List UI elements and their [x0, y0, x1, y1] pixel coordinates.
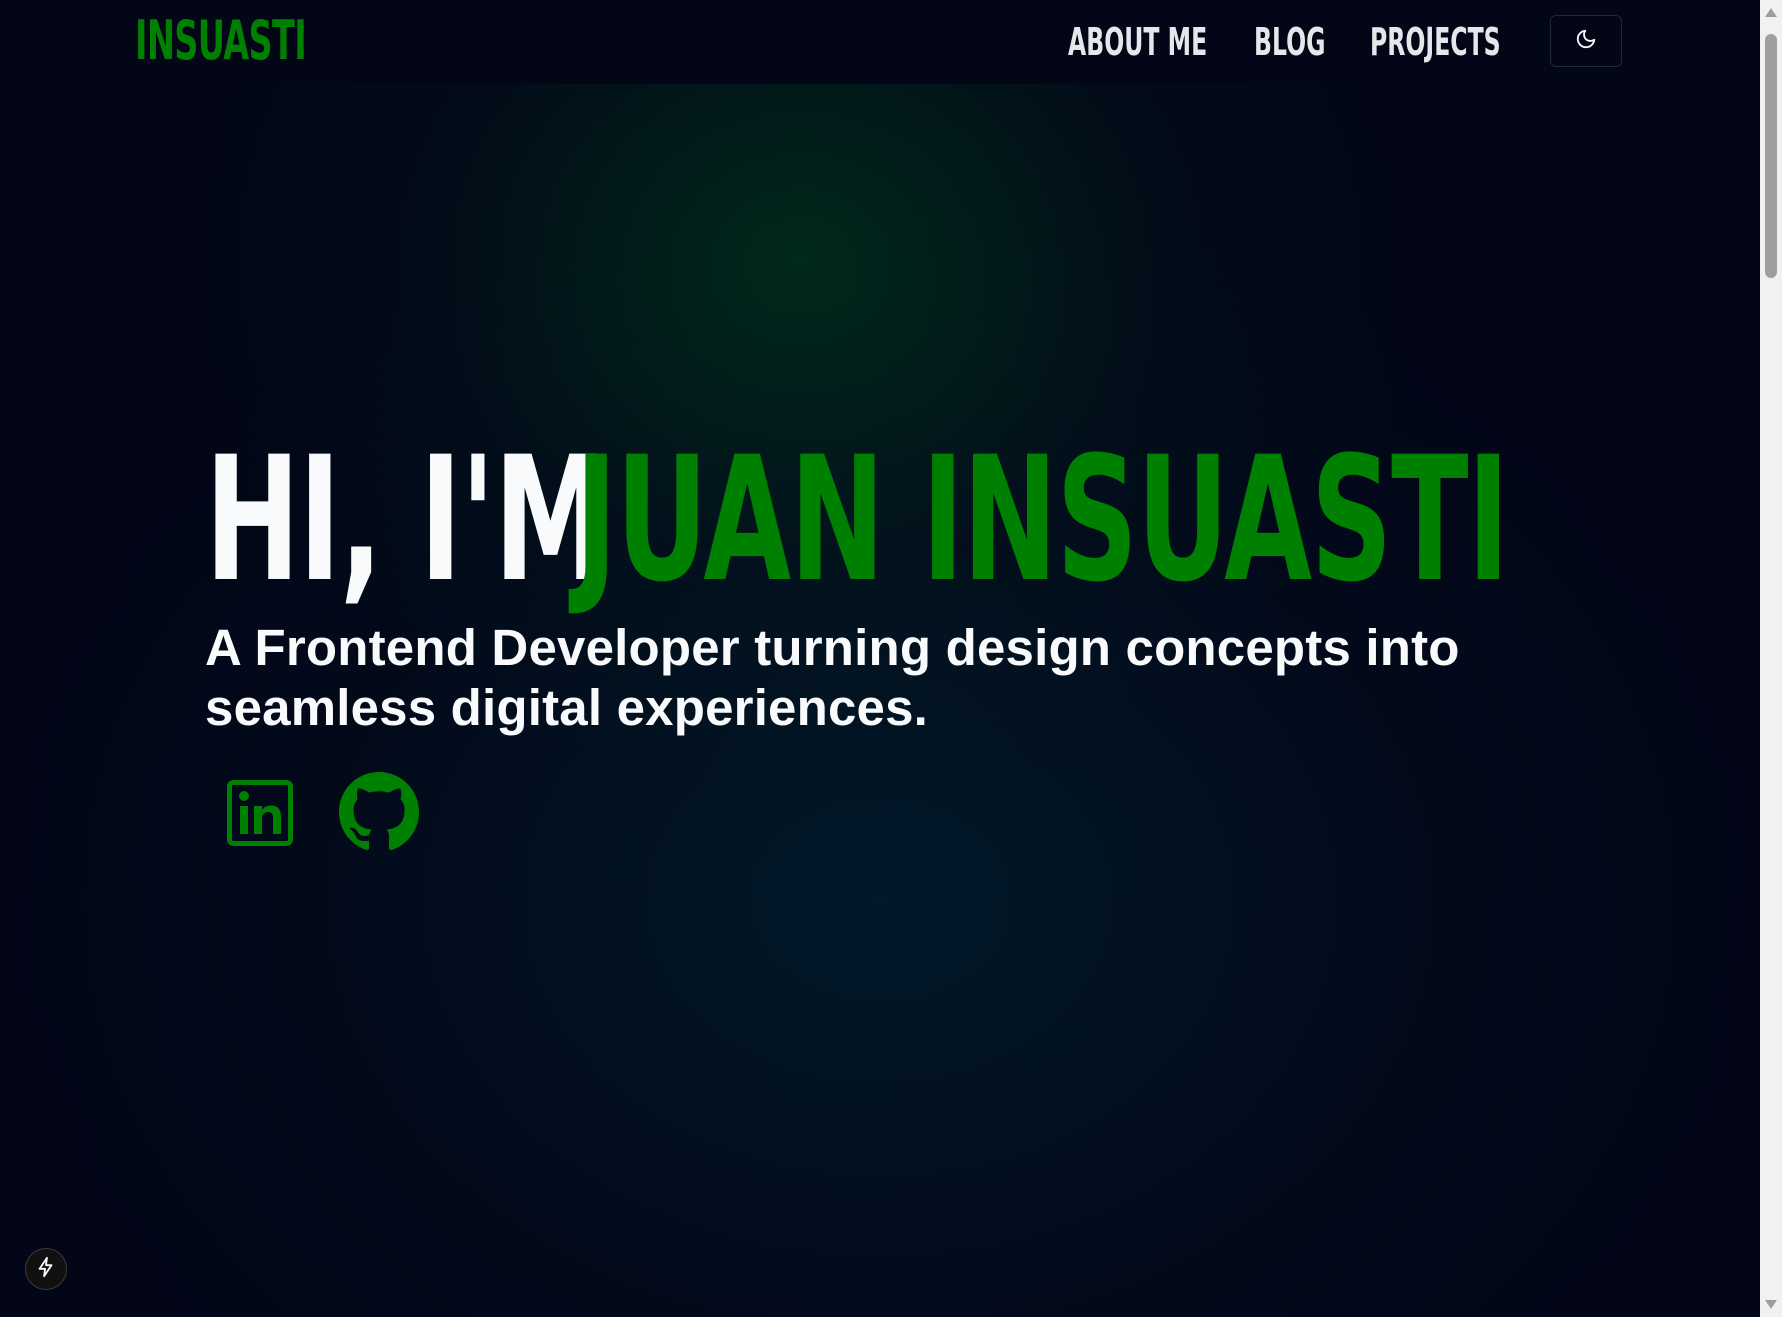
linkedin-link[interactable] — [227, 780, 293, 851]
scroll-up-icon[interactable] — [1765, 8, 1777, 17]
vertical-scrollbar[interactable] — [1760, 0, 1782, 1317]
scroll-down-icon[interactable] — [1765, 1300, 1777, 1309]
dev-tools-button[interactable] — [25, 1248, 67, 1290]
github-link[interactable] — [339, 772, 419, 857]
scroll-thumb[interactable] — [1765, 34, 1777, 278]
site-logo[interactable]: INSUASTI — [135, 6, 307, 76]
hero-name: JUAN INSUASTI — [575, 419, 1509, 620]
nav-link-projects[interactable]: PROJECTS — [1370, 18, 1501, 66]
page: INSUASTI ABOUT ME BLOG PROJECTS HI, I'M … — [0, 0, 1760, 1317]
nav-link-blog[interactable]: BLOG — [1254, 18, 1326, 66]
linkedin-icon — [227, 780, 293, 850]
moon-icon — [1575, 28, 1597, 55]
navbar: INSUASTI ABOUT ME BLOG PROJECTS — [0, 0, 1760, 84]
nav-link-about-me[interactable]: ABOUT ME — [1068, 18, 1207, 66]
github-icon — [339, 772, 419, 856]
hero-greeting: HI, I'M — [205, 419, 607, 620]
hero-subtitle: A Frontend Developer turning design conc… — [205, 619, 1460, 736]
lightning-icon — [35, 1256, 57, 1283]
theme-toggle-button[interactable] — [1550, 15, 1622, 67]
